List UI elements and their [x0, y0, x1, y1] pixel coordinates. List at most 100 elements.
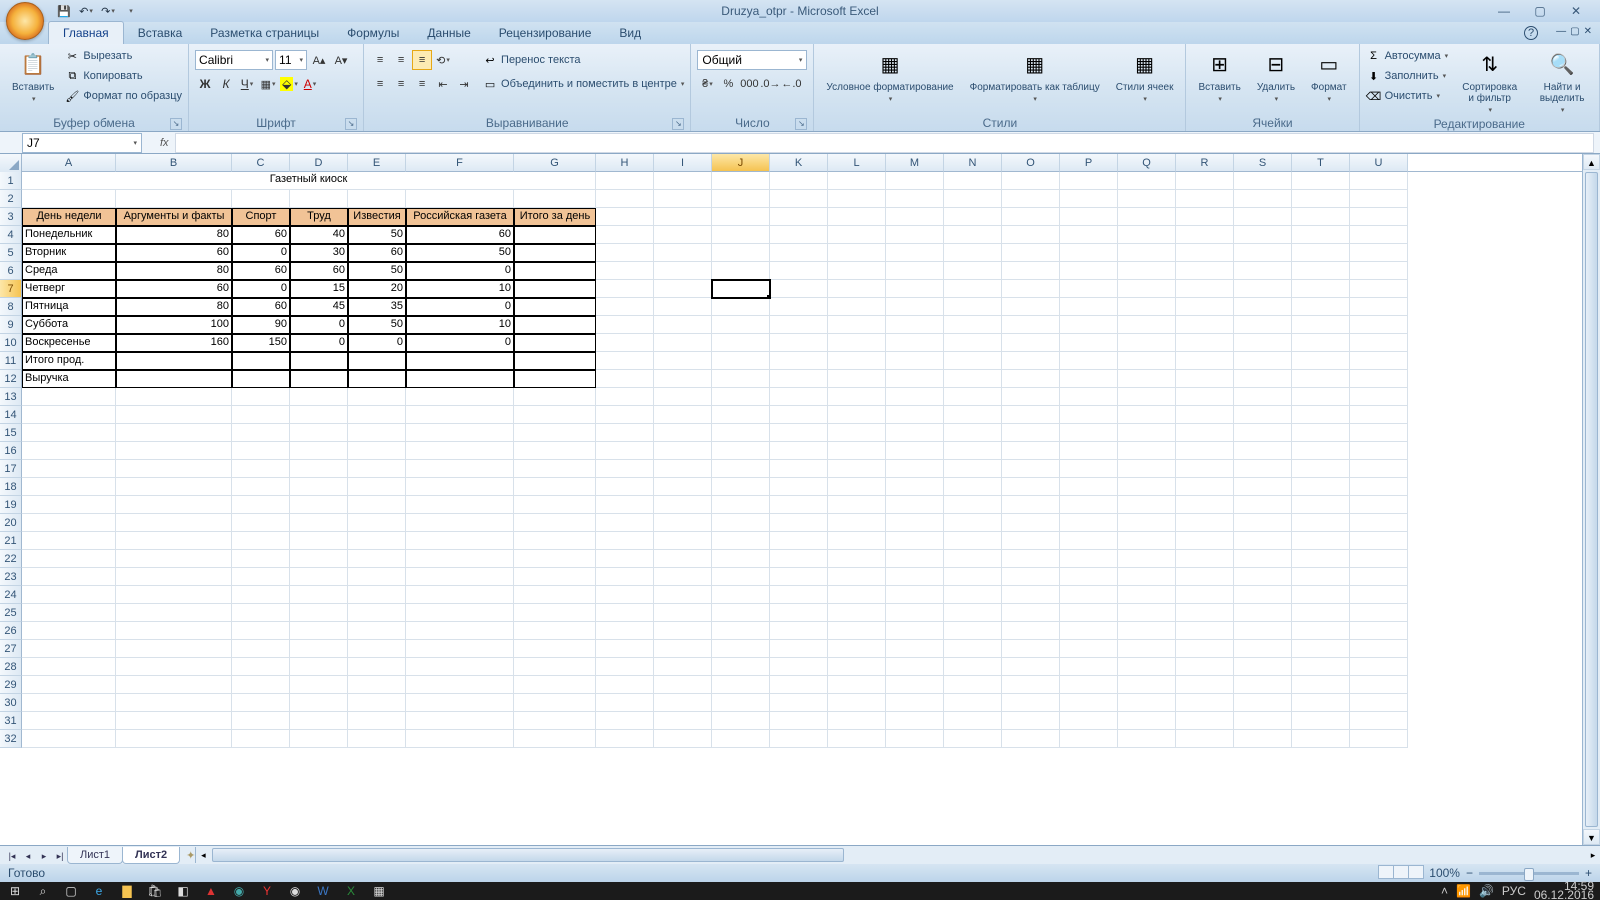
row-header[interactable]: 11 — [0, 352, 22, 370]
cell-S15[interactable] — [1234, 424, 1292, 442]
cell-D26[interactable] — [290, 622, 348, 640]
new-sheet-icon[interactable]: ✦ — [186, 849, 195, 862]
cell-A20[interactable] — [22, 514, 116, 532]
cell-P19[interactable] — [1060, 496, 1118, 514]
cell-J6[interactable] — [712, 262, 770, 280]
cell-I28[interactable] — [654, 658, 712, 676]
cell-A12[interactable]: Выручка — [22, 370, 116, 388]
cell-S26[interactable] — [1234, 622, 1292, 640]
cell-L14[interactable] — [828, 406, 886, 424]
cell-J23[interactable] — [712, 568, 770, 586]
cell-I27[interactable] — [654, 640, 712, 658]
cell-U23[interactable] — [1350, 568, 1408, 586]
cell-R10[interactable] — [1176, 334, 1234, 352]
cell-J5[interactable] — [712, 244, 770, 262]
cell-C29[interactable] — [232, 676, 290, 694]
cell-G13[interactable] — [514, 388, 596, 406]
cell-I2[interactable] — [654, 190, 712, 208]
cell-L2[interactable] — [828, 190, 886, 208]
cell-R18[interactable] — [1176, 478, 1234, 496]
cell-T30[interactable] — [1292, 694, 1350, 712]
cell-P3[interactable] — [1060, 208, 1118, 226]
cell-O25[interactable] — [1002, 604, 1060, 622]
cell-U25[interactable] — [1350, 604, 1408, 622]
cell-P12[interactable] — [1060, 370, 1118, 388]
next-sheet-icon[interactable]: ▸ — [36, 848, 52, 862]
cell-B6[interactable]: 80 — [116, 262, 232, 280]
cell-G27[interactable] — [514, 640, 596, 658]
row-header[interactable]: 14 — [0, 406, 22, 424]
cell-E21[interactable] — [348, 532, 406, 550]
cell-T6[interactable] — [1292, 262, 1350, 280]
cell-U19[interactable] — [1350, 496, 1408, 514]
cell-B7[interactable]: 60 — [116, 280, 232, 298]
orientation-button[interactable]: ⟲▾ — [433, 50, 453, 70]
cell-G12[interactable] — [514, 370, 596, 388]
cell-E19[interactable] — [348, 496, 406, 514]
cell-S19[interactable] — [1234, 496, 1292, 514]
cell-I4[interactable] — [654, 226, 712, 244]
cell-M1[interactable] — [886, 172, 944, 190]
cell-M23[interactable] — [886, 568, 944, 586]
cell-L24[interactable] — [828, 586, 886, 604]
cell-U16[interactable] — [1350, 442, 1408, 460]
cell-M21[interactable] — [886, 532, 944, 550]
cell-G18[interactable] — [514, 478, 596, 496]
cell-D27[interactable] — [290, 640, 348, 658]
cell-L5[interactable] — [828, 244, 886, 262]
cell-H12[interactable] — [596, 370, 654, 388]
cell-J19[interactable] — [712, 496, 770, 514]
cell-I18[interactable] — [654, 478, 712, 496]
col-header-A[interactable]: A — [22, 154, 116, 172]
cell-R5[interactable] — [1176, 244, 1234, 262]
cell-A2[interactable] — [22, 190, 116, 208]
cell-Q6[interactable] — [1118, 262, 1176, 280]
cell-Q25[interactable] — [1118, 604, 1176, 622]
cell-P24[interactable] — [1060, 586, 1118, 604]
cell-O19[interactable] — [1002, 496, 1060, 514]
cell-I16[interactable] — [654, 442, 712, 460]
cell-D20[interactable] — [290, 514, 348, 532]
cell-A26[interactable] — [22, 622, 116, 640]
copy-button[interactable]: ⧉Копировать — [64, 66, 182, 86]
first-sheet-icon[interactable]: |◂ — [4, 848, 20, 862]
cell-R9[interactable] — [1176, 316, 1234, 334]
cell-D14[interactable] — [290, 406, 348, 424]
cell-A18[interactable] — [22, 478, 116, 496]
cell-S22[interactable] — [1234, 550, 1292, 568]
cell-P8[interactable] — [1060, 298, 1118, 316]
cell-J26[interactable] — [712, 622, 770, 640]
cell-D19[interactable] — [290, 496, 348, 514]
cell-O6[interactable] — [1002, 262, 1060, 280]
cell-K23[interactable] — [770, 568, 828, 586]
font-color-button[interactable]: A▾ — [300, 74, 320, 94]
cell-J31[interactable] — [712, 712, 770, 730]
cell-P27[interactable] — [1060, 640, 1118, 658]
cell-G6[interactable] — [514, 262, 596, 280]
cell-U31[interactable] — [1350, 712, 1408, 730]
cell-O3[interactable] — [1002, 208, 1060, 226]
cell-R21[interactable] — [1176, 532, 1234, 550]
cell-E4[interactable]: 50 — [348, 226, 406, 244]
cell-J17[interactable] — [712, 460, 770, 478]
cell-H8[interactable] — [596, 298, 654, 316]
cell-L8[interactable] — [828, 298, 886, 316]
cell-O4[interactable] — [1002, 226, 1060, 244]
cell-R8[interactable] — [1176, 298, 1234, 316]
cell-U20[interactable] — [1350, 514, 1408, 532]
cell-N19[interactable] — [944, 496, 1002, 514]
cell-G4[interactable] — [514, 226, 596, 244]
volume-icon[interactable]: 🔊 — [1479, 884, 1494, 898]
cell-B32[interactable] — [116, 730, 232, 748]
clipboard-launcher-icon[interactable]: ↘ — [170, 118, 182, 130]
cell-F30[interactable] — [406, 694, 514, 712]
cell-Q29[interactable] — [1118, 676, 1176, 694]
cell-H5[interactable] — [596, 244, 654, 262]
cell-P14[interactable] — [1060, 406, 1118, 424]
cell-I3[interactable] — [654, 208, 712, 226]
align-center-button[interactable]: ≡ — [391, 74, 411, 94]
cell-R17[interactable] — [1176, 460, 1234, 478]
cell-I31[interactable] — [654, 712, 712, 730]
cell-Q1[interactable] — [1118, 172, 1176, 190]
cell-L13[interactable] — [828, 388, 886, 406]
